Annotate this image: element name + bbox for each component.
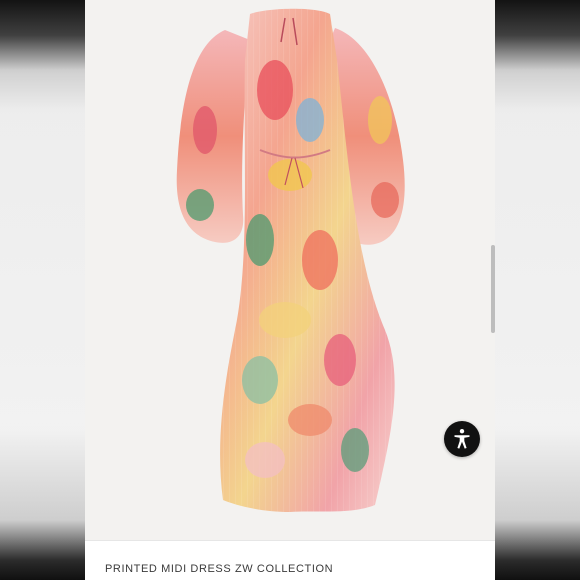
product-title[interactable]: PRINTED MIDI DRESS ZW COLLECTION (105, 563, 333, 575)
product-caption-bar: PRINTED MIDI DRESS ZW COLLECTION (85, 540, 495, 580)
accessibility-icon (454, 429, 470, 449)
product-photo[interactable] (85, 0, 495, 540)
accessibility-button[interactable] (444, 421, 480, 457)
blurred-side-right (495, 0, 580, 580)
dress-illustration (176, 8, 405, 513)
blurred-side-left (0, 0, 85, 580)
product-card[interactable]: PRINTED MIDI DRESS ZW COLLECTION (85, 0, 495, 580)
scrollbar[interactable] (491, 245, 495, 333)
